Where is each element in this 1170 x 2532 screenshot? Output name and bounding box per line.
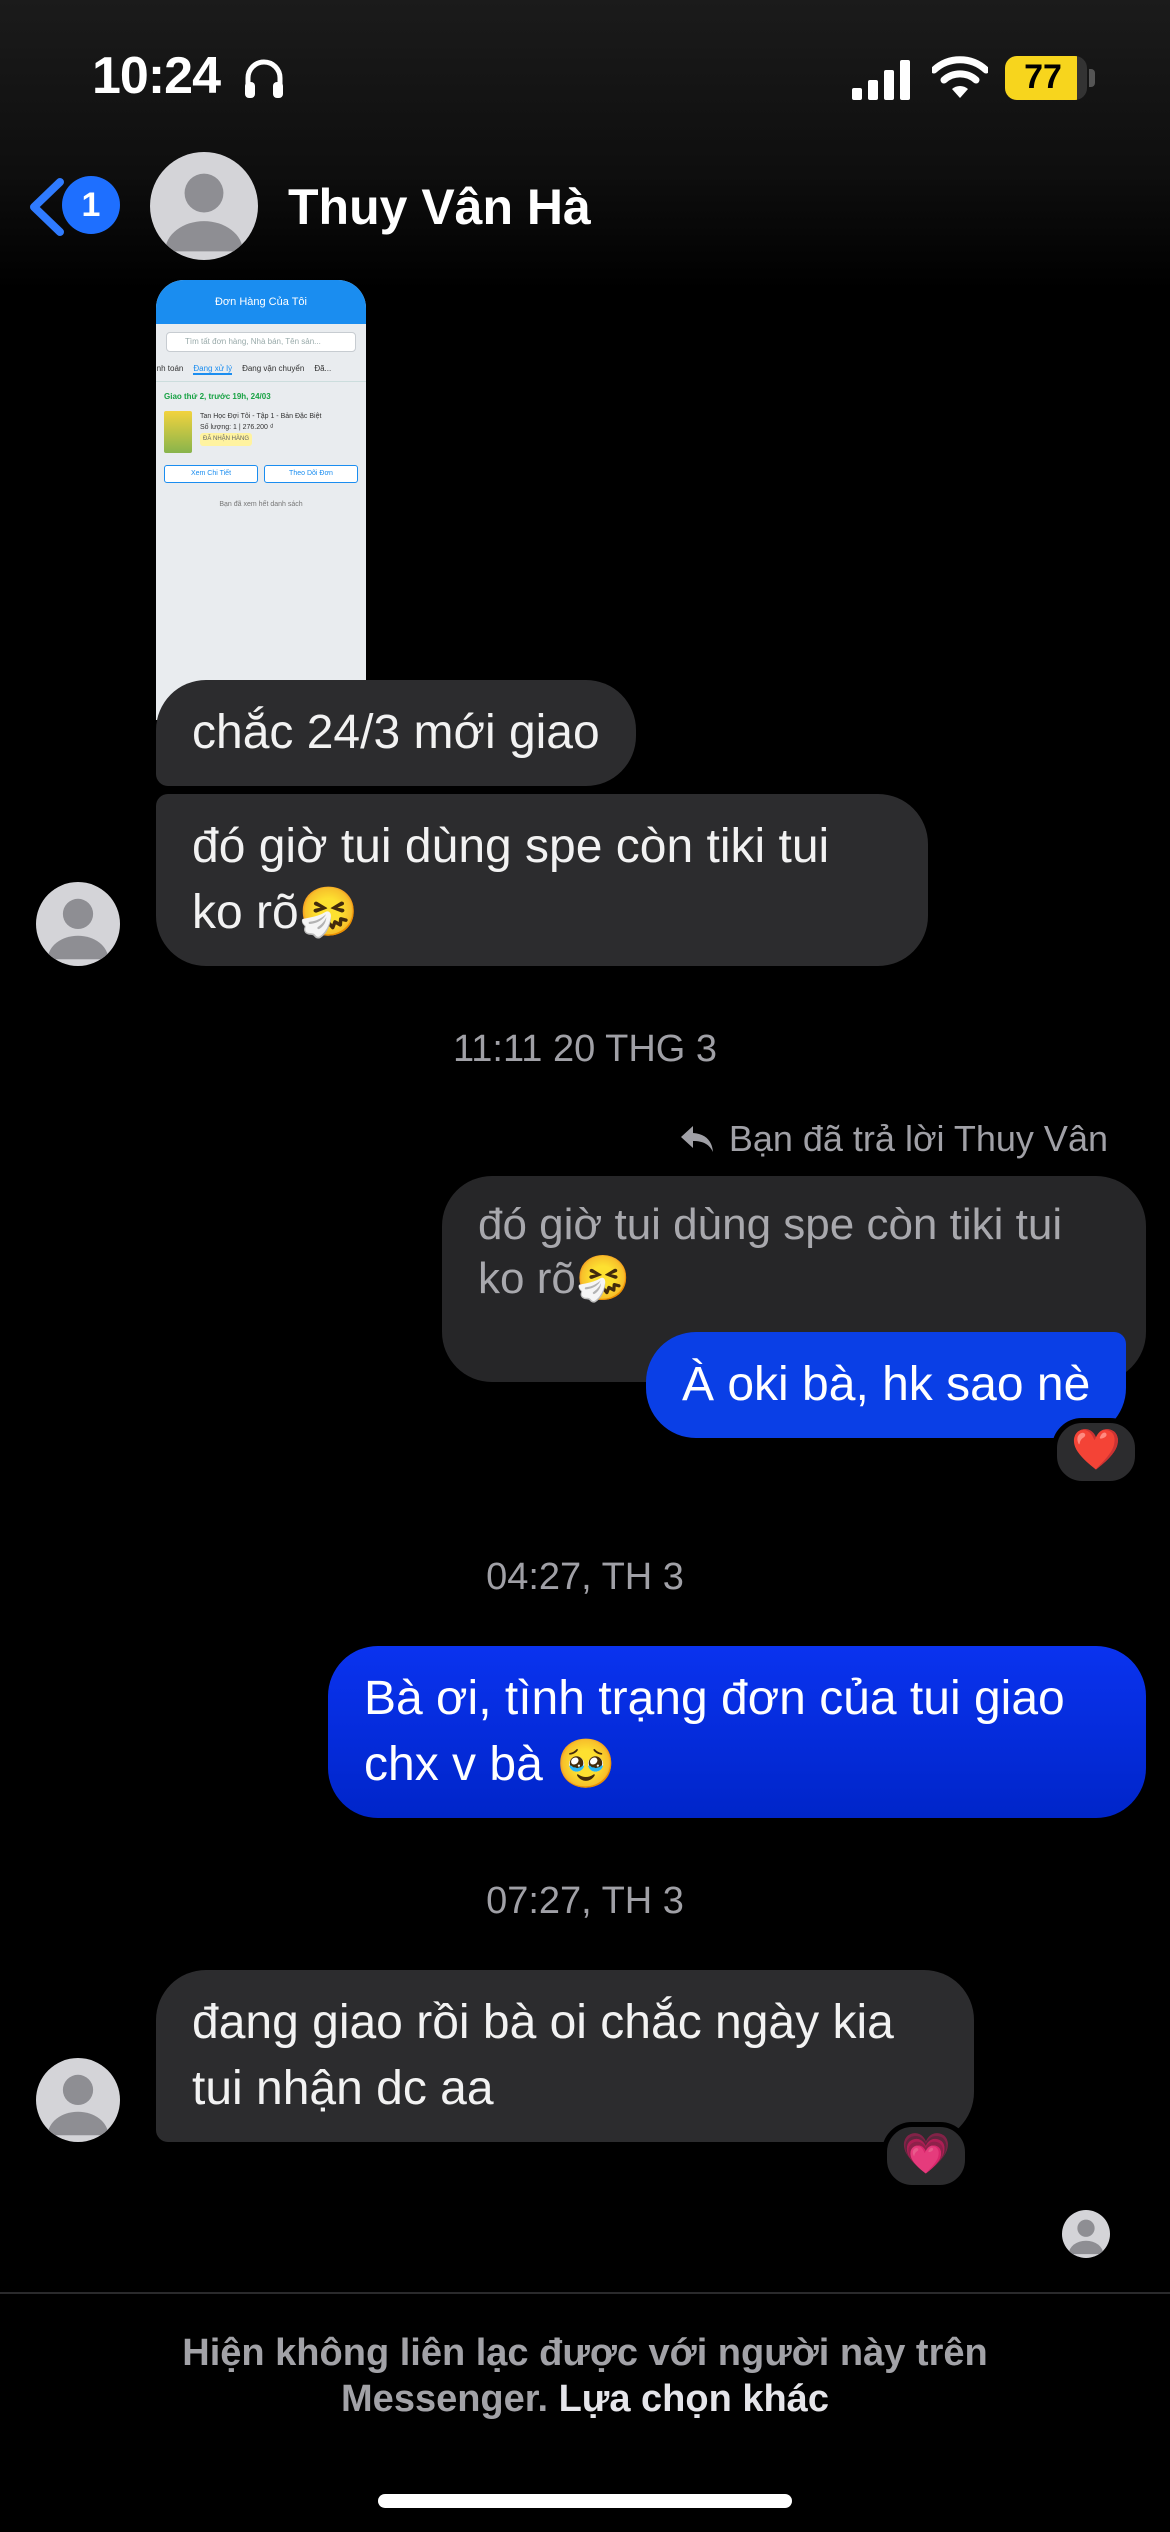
message-bubble-outgoing[interactable]: À oki bà, hk sao nè — [646, 1332, 1127, 1438]
contact-avatar[interactable] — [150, 152, 258, 260]
home-indicator[interactable] — [378, 2494, 792, 2508]
reaction-heart[interactable]: 💗 — [882, 2122, 970, 2190]
default-user-icon — [1068, 2219, 1104, 2255]
message-text: chắc 24/3 mới giao — [192, 706, 600, 759]
status-time: 10:24 — [92, 47, 221, 105]
image-list-end: Bạn đã xem hết danh sách — [219, 501, 303, 508]
image-tab: Đang vận chuyển — [242, 364, 305, 373]
cellular-signal-icon — [852, 60, 910, 100]
shared-image[interactable]: Đơn Hàng Của Tôi Tìm tất đơn hàng, Nhà b… — [156, 280, 366, 720]
back-chevron-icon[interactable] — [26, 178, 66, 236]
message-text: À oki bà, hk sao nè — [682, 1358, 1091, 1411]
image-tab: ...nh toán — [156, 364, 184, 373]
timestamp: 04:27, TH 3 — [486, 1556, 684, 1598]
reply-arrow-icon — [680, 1126, 713, 1152]
wifi-icon — [932, 56, 988, 98]
timestamp: 11:11 20 THG 3 — [452, 1028, 718, 1070]
sender-avatar[interactable] — [36, 882, 120, 966]
image-item-tag: ĐÃ NHẬN HÀNG — [200, 433, 253, 446]
other-options-link[interactable]: Lựa chọn khác — [559, 2378, 829, 2420]
reaction-heart[interactable]: ❤️ — [1052, 1418, 1140, 1486]
contact-name[interactable]: Thuy Vân Hà — [288, 178, 591, 236]
quoted-text: đó giờ tui dùng spe còn tiki tui ko rõ🤧 — [478, 1200, 1063, 1303]
battery-cap — [1089, 69, 1095, 87]
image-order-item: Tan Học Đợi Tôi - Tập 1 - Bản Đặc Biệt S… — [156, 407, 366, 457]
image-item-title: Tan Học Đợi Tôi - Tập 1 - Bản Đặc Biệt — [200, 413, 322, 420]
heart-reaction-icon: ❤️ — [1071, 1428, 1121, 1472]
image-tabs: ...nh toán Đang xử lý Đang vận chuyển Đã… — [156, 360, 366, 382]
default-user-icon — [47, 898, 109, 960]
message-bubble[interactable]: chắc 24/3 mới giao — [156, 680, 636, 786]
unavailable-notice: Hiện không liên lạc được với người này t… — [0, 2330, 1170, 2422]
message-text: đang giao rồi bà oi chắc ngày kia tui nh… — [192, 1996, 894, 2115]
message-bubble[interactable]: đó giờ tui dùng spe còn tiki tui ko rõ🤧 — [156, 794, 928, 966]
image-tab-active: Đang xử lý — [193, 364, 233, 375]
message-text: đó giờ tui dùng spe còn tiki tui ko rõ🤧 — [192, 820, 830, 939]
default-user-icon — [47, 2074, 109, 2136]
image-detail-button: Xem Chi Tiết — [164, 465, 258, 483]
reply-indicator: Bạn đã trả lời Thuy Vân — [679, 1118, 1108, 1160]
timestamp: 07:27, TH 3 — [486, 1880, 684, 1922]
footer-divider — [0, 2292, 1170, 2294]
headphones-icon — [245, 59, 283, 98]
message-bubble-outgoing[interactable]: Bà ơi, tình trạng đơn của tui giao chx v… — [328, 1646, 1146, 1818]
image-tab: Đã... — [314, 364, 332, 373]
seen-receipt-avatar — [1062, 2210, 1110, 2258]
sender-avatar[interactable] — [36, 2058, 120, 2142]
image-delivery-date: Giao thứ 2, trước 19h, 24/03 — [164, 392, 271, 401]
image-track-button: Theo Dõi Đơn — [264, 465, 358, 483]
battery-percent: 77 — [1024, 58, 1062, 96]
pink-heart-reaction-icon: 💗 — [901, 2132, 951, 2176]
image-search-bar: Tìm tất đơn hàng, Nhà bán, Tên sản... — [166, 332, 356, 352]
battery-indicator: 77 — [1005, 56, 1087, 100]
image-item-qty: Số lượng: 1 | 276.200 ₫ — [200, 424, 274, 431]
message-bubble[interactable]: đang giao rồi bà oi chắc ngày kia tui nh… — [156, 1970, 974, 2142]
image-order-title: Đơn Hàng Của Tôi — [156, 280, 366, 324]
book-cover-thumbnail — [164, 411, 192, 453]
reply-label: Bạn đã trả lời Thuy Vân — [728, 1118, 1108, 1159]
message-text: Bà ơi, tình trạng đơn của tui giao chx v… — [364, 1672, 1065, 1791]
default-user-icon — [165, 173, 243, 252]
unread-count-badge[interactable]: 1 — [62, 176, 120, 234]
